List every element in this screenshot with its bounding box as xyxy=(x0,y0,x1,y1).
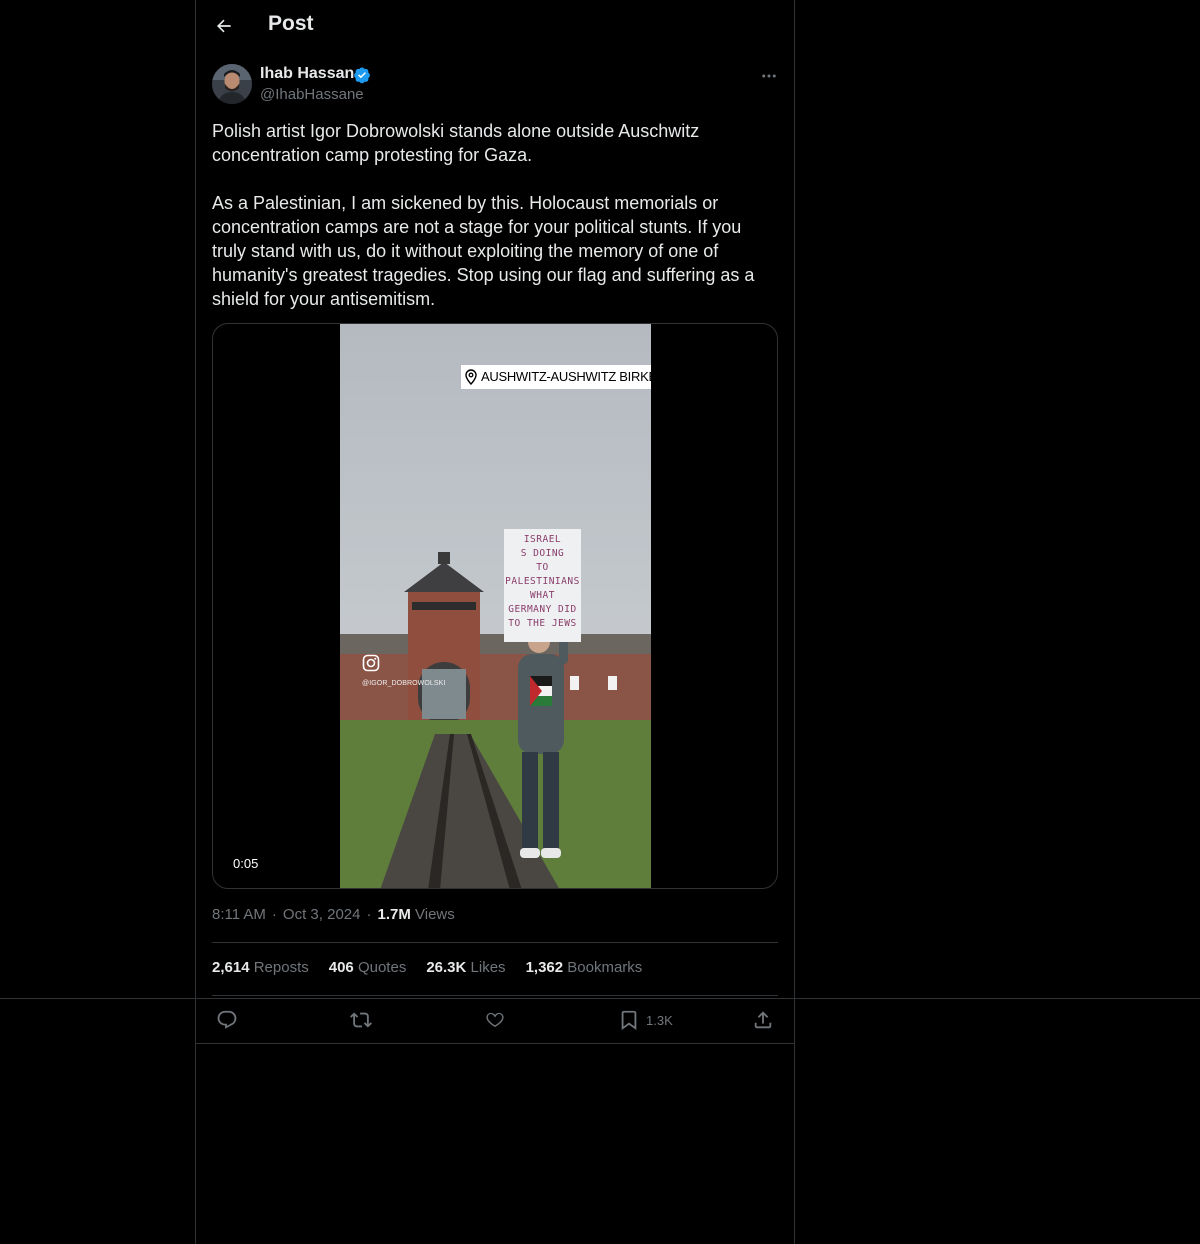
bookmark-icon xyxy=(621,1010,637,1031)
protest-sign: ISRAEL S DOING TO PALESTINIANS WHAT GERM… xyxy=(504,529,581,642)
likes-stat[interactable]: 26.3K Likes xyxy=(426,959,505,981)
share-icon xyxy=(754,1011,772,1029)
action-bar-bottom-border xyxy=(195,1043,795,1044)
post-meta: 8:11 AM · Oct 3, 2024 · 1.7M Views xyxy=(212,906,455,923)
video-frame: AUSHWITZ-AUSHWITZ BIRKENAU ISRAEL S DOIN… xyxy=(340,324,651,888)
instagram-handle: @IGOR_DOBROWOLSKI xyxy=(362,680,446,687)
video-player[interactable]: AUSHWITZ-AUSHWITZ BIRKENAU ISRAEL S DOIN… xyxy=(212,323,778,889)
heart-icon xyxy=(486,1012,504,1028)
arrow-left-icon xyxy=(217,19,231,33)
like-button[interactable] xyxy=(484,1008,506,1032)
protest-sign-text: ISRAEL S DOING TO PALESTINIANS WHAT GERM… xyxy=(505,534,580,629)
reposts-stat[interactable]: 2,614 Reposts xyxy=(212,959,309,981)
author-handle[interactable]: @IhabHassane xyxy=(260,86,364,103)
video-timestamp: 0:05 xyxy=(225,854,267,873)
repost-button[interactable] xyxy=(350,1008,372,1032)
back-button[interactable] xyxy=(212,14,236,38)
location-tag-text: AUSHWITZ-AUSHWITZ BIRKENAU xyxy=(481,369,651,384)
instagram-icon xyxy=(362,654,380,672)
verified-badge-icon xyxy=(354,67,370,84)
video-scene xyxy=(340,324,651,888)
post-date[interactable]: Oct 3, 2024 xyxy=(283,906,361,923)
quotes-stat[interactable]: 406 Quotes xyxy=(329,959,407,981)
share-button[interactable] xyxy=(752,1008,774,1032)
bookmark-count: 1.3K xyxy=(646,1012,673,1028)
avatar[interactable] xyxy=(212,64,252,104)
reply-icon xyxy=(217,1010,237,1029)
reply-button[interactable] xyxy=(216,1008,238,1032)
bookmark-button[interactable]: 1.3K xyxy=(618,1008,673,1032)
author-name[interactable]: Ihab Hassan xyxy=(260,65,354,83)
engagement-stats: 2,614 Reposts 406 Quotes 26.3K Likes 1,3… xyxy=(212,959,642,981)
divider xyxy=(212,942,778,943)
divider xyxy=(212,995,778,996)
post-header: Post xyxy=(196,0,794,53)
location-tag: AUSHWITZ-AUSHWITZ BIRKENAU xyxy=(461,365,651,389)
location-pin-icon xyxy=(465,369,477,385)
views-count: 1.7M xyxy=(377,906,411,923)
more-horizontal-icon xyxy=(762,74,776,78)
post-text: Polish artist Igor Dobrowolski stands al… xyxy=(212,121,755,309)
page-title: Post xyxy=(268,12,314,35)
views-label: Views xyxy=(415,906,455,923)
repost-icon xyxy=(350,1012,372,1028)
bookmarks-stat[interactable]: 1,362 Bookmarks xyxy=(526,959,643,981)
more-button[interactable] xyxy=(756,64,782,88)
primary-column: Post Ihab Hassan @IhabHassane Polish art… xyxy=(195,0,795,1244)
action-bar-top-border xyxy=(0,998,1200,999)
post-time[interactable]: 8:11 AM xyxy=(212,906,266,923)
action-bar: 1.3K xyxy=(196,1000,794,1044)
